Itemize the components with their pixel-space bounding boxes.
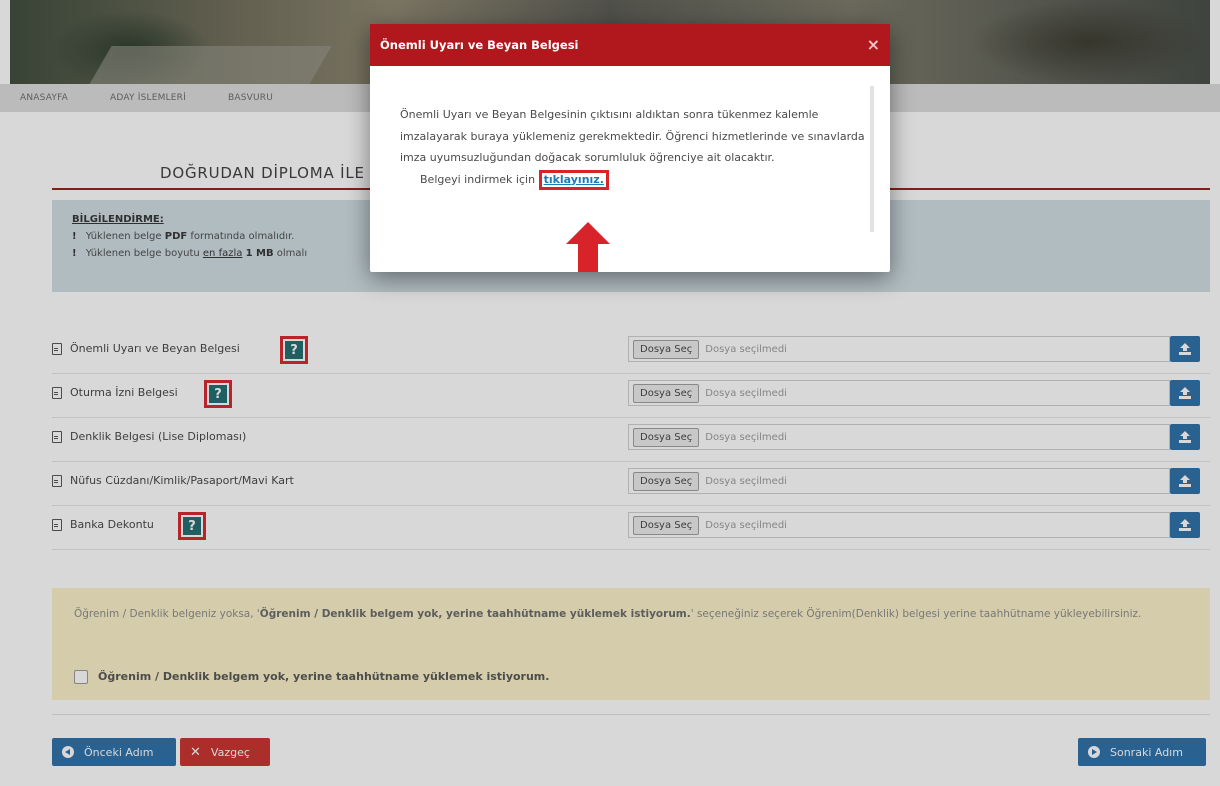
close-icon[interactable]: × [867,37,880,53]
modal-body: Önemli Uyarı ve Beyan Belgesinin çıktısı… [400,104,870,190]
modal-scrollbar[interactable] [870,86,874,232]
download-line: Belgeyi indirmek için tıklayınız. [400,169,870,191]
declaration-modal: Önemli Uyarı ve Beyan Belgesi × Önemli U… [370,24,890,272]
modal-header: Önemli Uyarı ve Beyan Belgesi × [370,24,890,66]
download-link[interactable]: tıklayınız. [538,169,609,190]
red-arrow-annotation-icon [566,222,610,272]
modal-title: Önemli Uyarı ve Beyan Belgesi [380,38,579,52]
modal-message: Önemli Uyarı ve Beyan Belgesinin çıktısı… [400,108,865,164]
